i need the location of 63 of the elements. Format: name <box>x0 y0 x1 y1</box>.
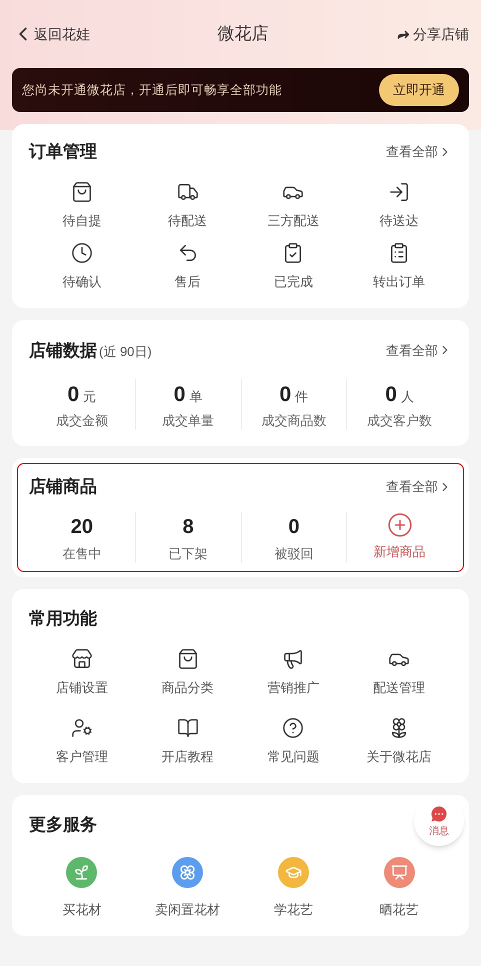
service-item[interactable]: 卖闲置花材 <box>134 857 240 920</box>
view-all-link[interactable]: 查看全部 <box>386 340 452 360</box>
section-title: 常用功能 <box>29 608 97 630</box>
grid-item[interactable]: 待送达 <box>346 180 452 230</box>
stat-value: 0 <box>280 382 292 408</box>
service-item[interactable]: 晒花艺 <box>346 857 452 920</box>
section-title: 订单管理 <box>29 141 97 163</box>
store-icon <box>70 648 93 670</box>
stat-label: 成交金额 <box>56 412 108 430</box>
grid-item[interactable]: 客户管理 <box>29 717 135 766</box>
view-all-link[interactable]: 查看全部 <box>386 477 452 496</box>
stat-label: 成交单量 <box>162 412 214 430</box>
stat-value: 0 <box>68 382 80 408</box>
add-product-button[interactable]: 新增商品 <box>374 512 426 561</box>
grid-item[interactable]: 转出订单 <box>346 242 452 292</box>
grid-item[interactable]: 关于微花店 <box>346 717 452 766</box>
product-status-label: 已下架 <box>168 544 208 562</box>
service-item[interactable]: 买花材 <box>29 857 135 920</box>
section-title: 店铺商品 <box>29 476 97 498</box>
grid-item[interactable]: 店铺设置 <box>29 648 135 697</box>
page-title: 微花店 <box>218 23 268 46</box>
promo-text: 您尚未开通微花店，开通后即可畅享全部功能 <box>22 82 282 99</box>
grid-item[interactable]: 售后 <box>134 242 240 292</box>
stat-unit: 元 <box>83 388 96 406</box>
grid-item[interactable]: 已完成 <box>240 242 346 292</box>
product-count: 20 <box>70 514 93 540</box>
stat-value: 0 <box>174 382 186 408</box>
service-item[interactable]: 学花艺 <box>240 857 346 920</box>
grid-item[interactable]: 常见问题 <box>240 717 346 766</box>
grid-item[interactable]: 商品分类 <box>134 648 240 697</box>
grid-item[interactable]: 开店教程 <box>134 717 240 766</box>
stat-unit: 单 <box>189 388 202 406</box>
box-arrow-icon <box>388 180 410 202</box>
share-button[interactable]: 分享店铺 <box>396 24 469 44</box>
stat-unit: 人 <box>400 388 414 406</box>
product-status-label: 被驳回 <box>274 544 314 562</box>
activate-button[interactable]: 立即开通 <box>379 74 459 106</box>
chat-icon <box>429 804 449 824</box>
section-subtitle: (近 90日) <box>99 342 152 361</box>
product-status-label: 在售中 <box>62 544 102 562</box>
book-icon <box>176 717 199 739</box>
stat-label: 成交商品数 <box>261 412 326 430</box>
stat-value: 0 <box>385 382 397 408</box>
plus-icon <box>386 512 413 538</box>
clock-icon <box>70 242 93 264</box>
grid-item[interactable]: 配送管理 <box>346 648 452 697</box>
grid-item[interactable]: 待确认 <box>29 242 135 292</box>
stat-unit: 件 <box>295 388 308 406</box>
bag-icon <box>176 648 199 670</box>
megaphone-icon <box>282 648 304 670</box>
section-title: 更多服务 <box>29 814 97 836</box>
grid-item[interactable]: 三方配送 <box>240 180 346 230</box>
grid-item[interactable]: 待配送 <box>134 180 240 230</box>
grid-item[interactable]: 营销推广 <box>240 648 346 697</box>
grid-item[interactable]: 待自提 <box>29 180 135 230</box>
product-count: 0 <box>288 514 300 540</box>
help-icon <box>282 717 304 739</box>
back-button[interactable]: 返回花娃 <box>12 23 90 45</box>
user-gear-icon <box>70 717 93 739</box>
stat-label: 成交客户数 <box>367 412 432 430</box>
view-all-link[interactable]: 查看全部 <box>386 142 452 162</box>
section-title: 店铺数据 <box>29 340 97 362</box>
product-count: 8 <box>182 514 194 540</box>
